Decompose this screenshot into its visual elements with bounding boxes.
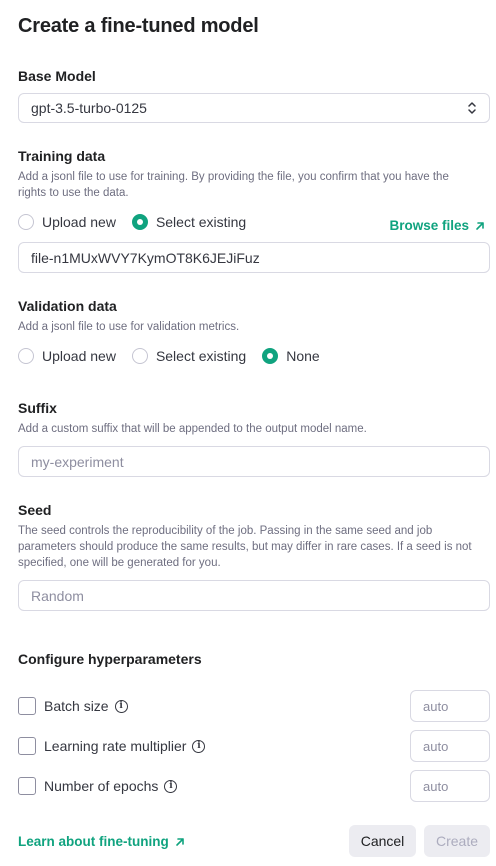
epochs-input[interactable]: auto	[410, 770, 490, 802]
info-icon[interactable]: i	[114, 699, 128, 713]
seed-label: Seed	[18, 502, 52, 518]
info-icon[interactable]: i	[192, 739, 206, 753]
radio-icon	[18, 214, 34, 230]
validation-upload-new-label: Upload new	[42, 348, 116, 364]
learning-rate-row: Learning rate multiplier i	[18, 737, 206, 755]
epochs-row: Number of epochs i	[18, 777, 178, 795]
create-button[interactable]: Create	[424, 825, 490, 857]
browse-files-label: Browse files	[389, 218, 469, 233]
validation-upload-new-option[interactable]: Upload new	[18, 348, 116, 364]
hyperparameters-label: Configure hyperparameters	[18, 651, 202, 667]
radio-icon	[18, 348, 34, 364]
radio-selected-icon	[131, 214, 148, 230]
validation-select-existing-option[interactable]: Select existing	[131, 348, 247, 364]
base-model-label: Base Model	[18, 68, 96, 84]
learning-rate-input[interactable]: auto	[410, 730, 490, 762]
radio-selected-icon	[262, 348, 279, 364]
suffix-description: Add a custom suffix that will be appende…	[18, 423, 367, 435]
seed-description: The seed controls the reproducibility of…	[18, 525, 472, 569]
validation-data-description: Add a jsonl file to use for validation m…	[18, 321, 240, 333]
learn-fine-tuning-label: Learn about fine-tuning	[18, 834, 169, 849]
cancel-button[interactable]: Cancel	[349, 825, 416, 857]
training-file-input[interactable]: file-n1MUxWVY7KymOT8K6JEJiFuz	[18, 242, 490, 273]
training-data-description: Add a jsonl file to use for training. By…	[18, 171, 449, 199]
validation-data-options: Upload new Select existing None	[18, 348, 336, 364]
browse-files-link[interactable]: Browse files	[389, 218, 486, 233]
learning-rate-label: Learning rate multiplier	[44, 738, 187, 754]
suffix-label: Suffix	[18, 400, 57, 416]
training-data-label: Training data	[18, 148, 106, 164]
suffix-input[interactable]: my-experiment	[18, 446, 490, 477]
validation-select-existing-label: Select existing	[155, 348, 247, 364]
batch-size-input[interactable]: auto	[410, 690, 490, 722]
training-data-options: Upload new Select existing	[18, 214, 262, 230]
training-select-existing-option[interactable]: Select existing	[131, 214, 247, 230]
info-icon[interactable]: i	[164, 779, 178, 793]
seed-input[interactable]: Random	[18, 580, 490, 611]
learning-rate-checkbox[interactable]	[18, 737, 36, 755]
epochs-label: Number of epochs	[44, 778, 159, 794]
arrow-up-right-icon	[476, 221, 484, 230]
epochs-placeholder: auto	[423, 778, 449, 794]
validation-none-option[interactable]: None	[262, 348, 320, 364]
batch-size-checkbox[interactable]	[18, 697, 36, 715]
batch-size-row: Batch size i	[18, 697, 128, 715]
base-model-value: gpt-3.5-turbo-0125	[31, 100, 147, 116]
chevron-up-down-icon	[467, 101, 477, 115]
learning-rate-placeholder: auto	[423, 738, 449, 754]
training-select-existing-label: Select existing	[155, 214, 247, 230]
batch-size-placeholder: auto	[423, 698, 449, 714]
validation-none-label: None	[286, 348, 320, 364]
batch-size-label: Batch size	[44, 698, 109, 714]
seed-placeholder: Random	[31, 587, 84, 604]
radio-icon	[131, 348, 148, 364]
validation-data-label: Validation data	[18, 298, 117, 314]
suffix-placeholder: my-experiment	[31, 453, 124, 470]
learn-fine-tuning-link[interactable]: Learn about fine-tuning	[18, 834, 186, 849]
base-model-select[interactable]: gpt-3.5-turbo-0125	[18, 93, 490, 123]
training-upload-new-option[interactable]: Upload new	[18, 214, 116, 230]
page-title: Create a fine-tuned model	[18, 15, 259, 37]
training-upload-new-label: Upload new	[42, 214, 116, 230]
epochs-checkbox[interactable]	[18, 777, 36, 795]
arrow-up-right-icon	[175, 837, 184, 846]
training-file-value: file-n1MUxWVY7KymOT8K6JEJiFuz	[31, 249, 260, 266]
